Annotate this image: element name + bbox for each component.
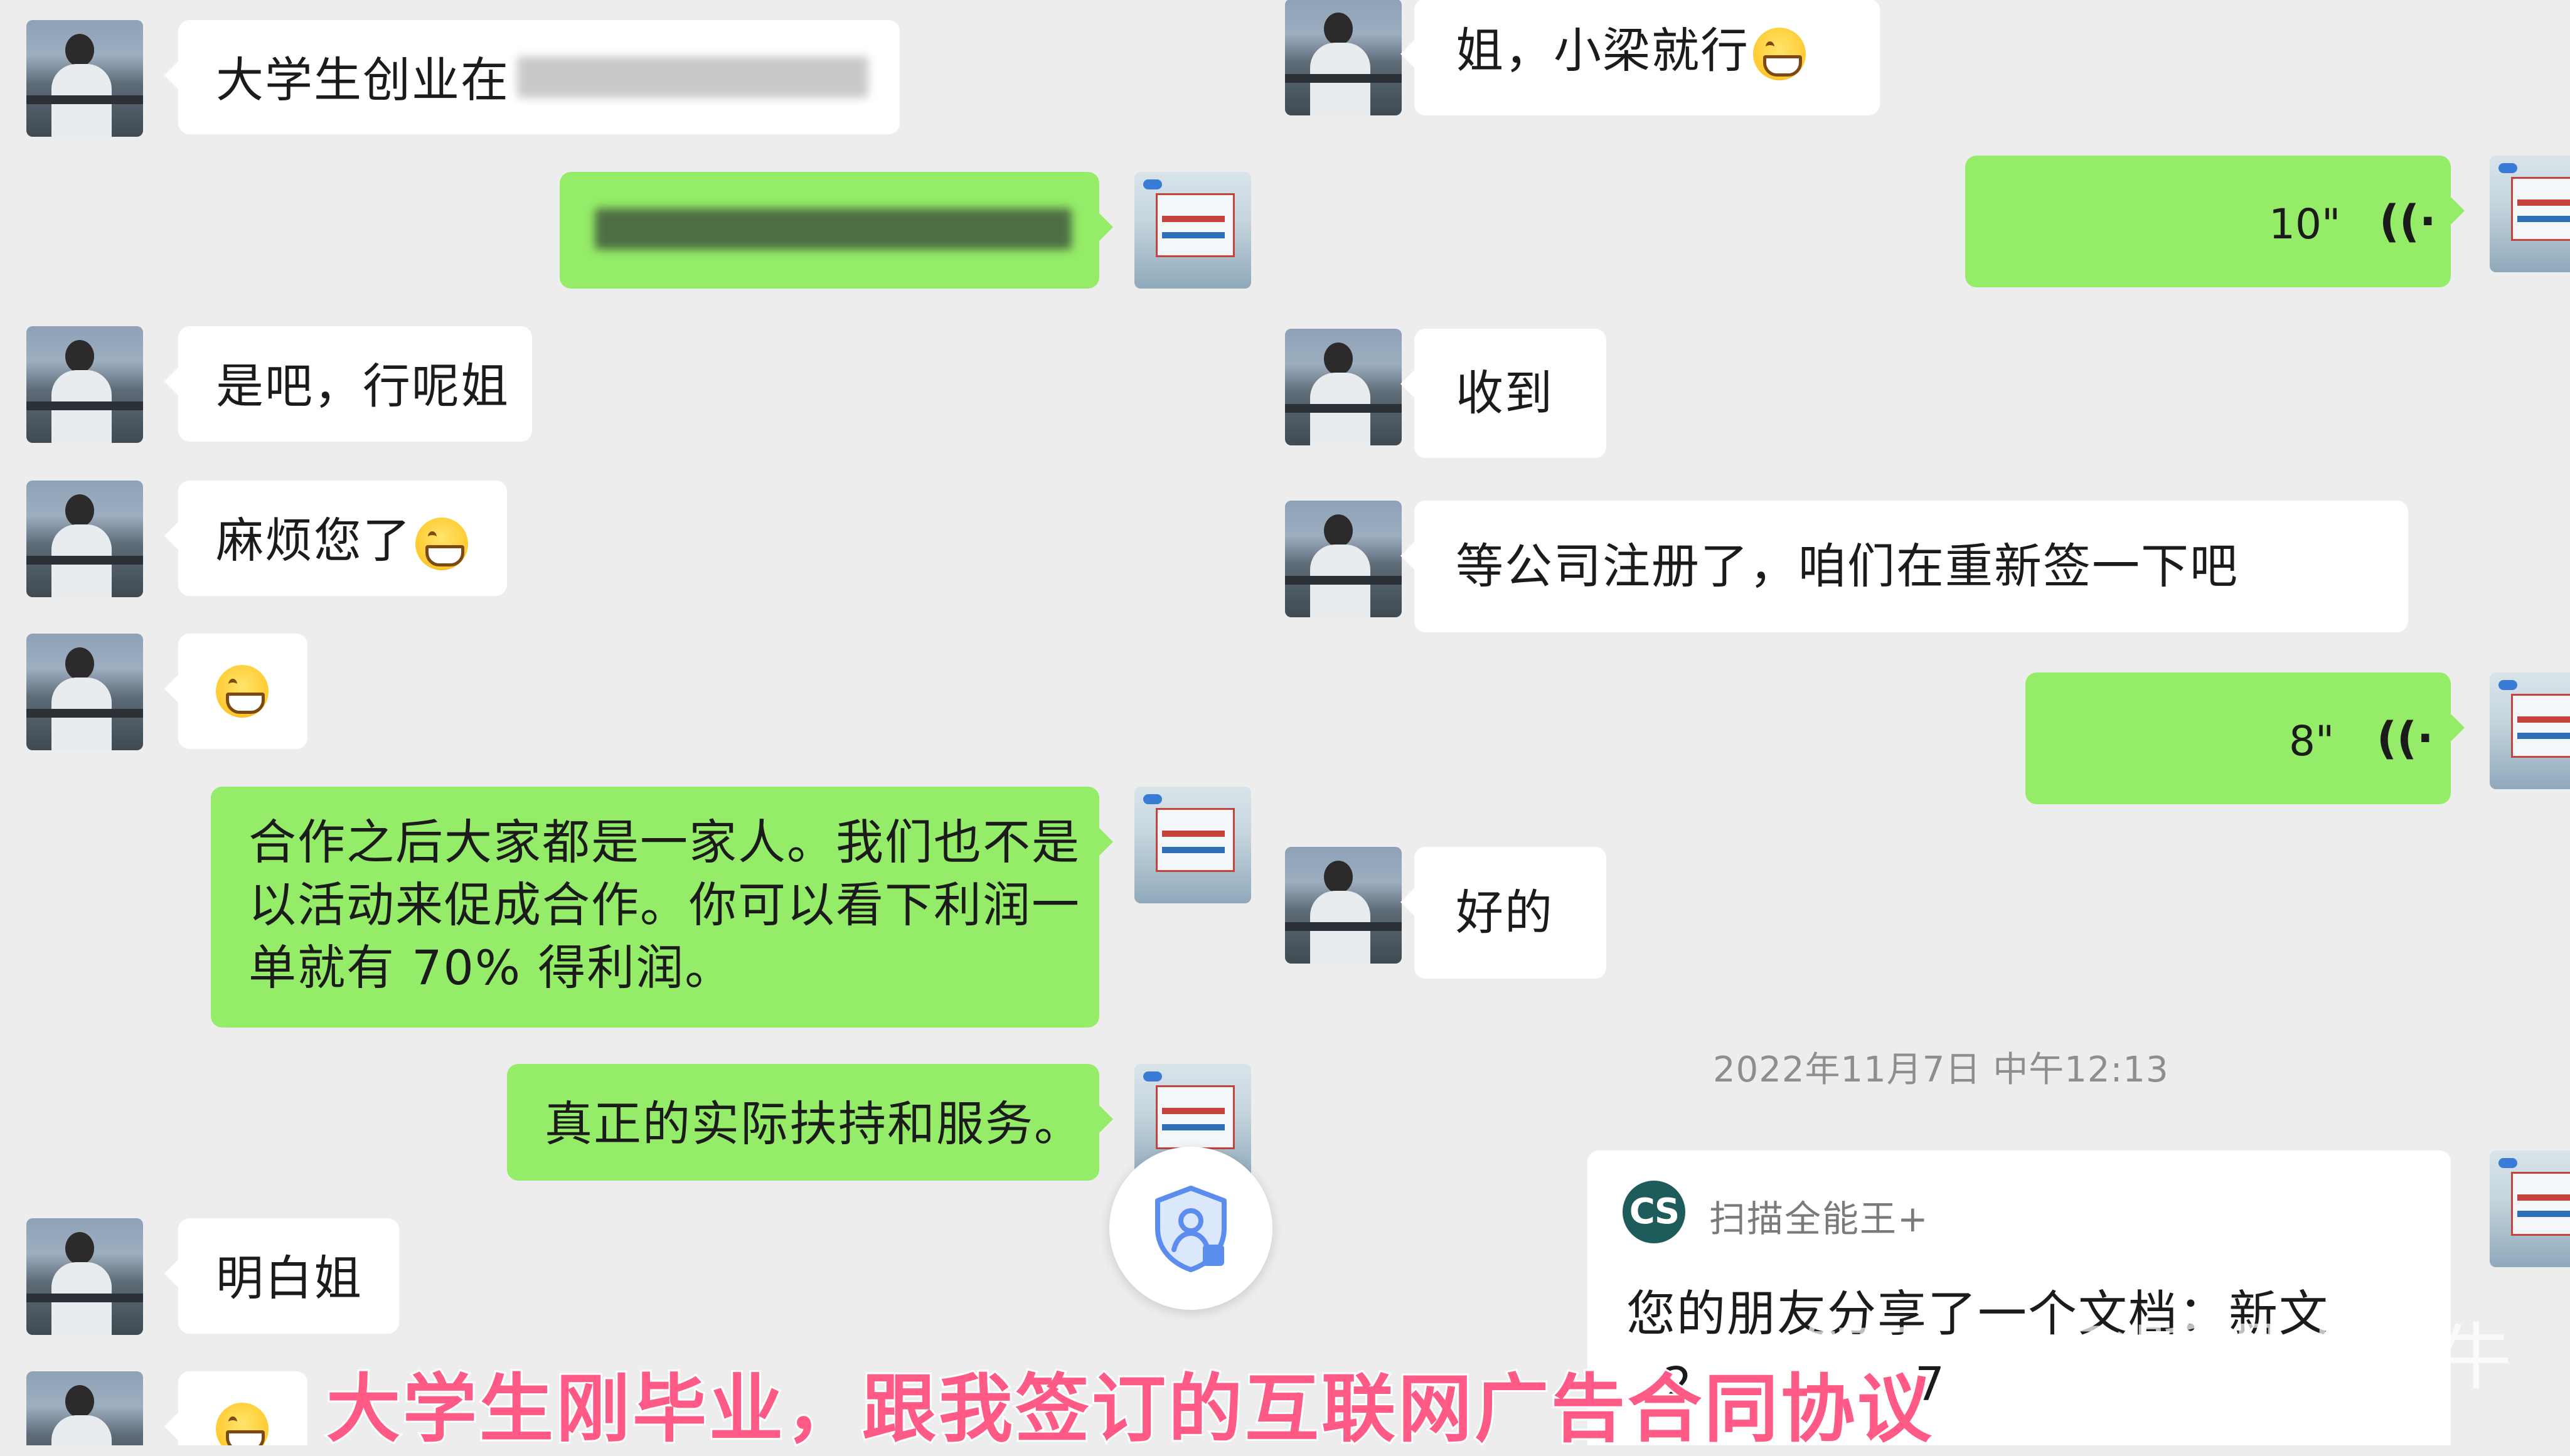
grin-emoji-icon	[216, 665, 269, 718]
message-line: 合作之后大家都是一家人。我们也不是	[248, 814, 1080, 870]
voice-message[interactable]: 8" ((·	[2025, 672, 2465, 804]
my-avatar[interactable]	[1134, 787, 1251, 903]
message-text: 好的	[1456, 885, 1554, 940]
message-text: 收到	[1456, 365, 1554, 421]
message-text: 麻烦您了	[216, 507, 468, 574]
message-line: 单就有 70% 得利润。	[248, 940, 734, 996]
incoming-message[interactable]: 等公司注册了，咱们在重新签一下吧	[1400, 501, 2408, 632]
voice-message[interactable]: 10" ((·	[1965, 156, 2465, 287]
message-text-content: 姐，小梁就行	[1456, 23, 1749, 78]
message-text: 明白姐	[216, 1250, 363, 1306]
contact-avatar[interactable]	[26, 481, 143, 597]
my-avatar[interactable]	[1134, 172, 1251, 289]
message-text: 姐，小梁就行	[1456, 18, 1806, 84]
contact-avatar[interactable]	[26, 1371, 143, 1445]
incoming-message[interactable]: 麻烦您了	[164, 481, 507, 596]
contact-avatar[interactable]	[1285, 0, 1402, 115]
incoming-message[interactable]: 明白姐	[164, 1218, 399, 1334]
right-chat-pane: 姐，小梁就行 10" ((· 收到 等公司注册了，咱们在重新签一下吧 8" ((…	[1285, 0, 2570, 1445]
outgoing-message[interactable]	[560, 172, 1113, 289]
source-app-name: 扫描全能王+	[1709, 1198, 1929, 1240]
contact-avatar[interactable]	[26, 634, 143, 750]
camscanner-logo-icon: CS	[1623, 1181, 1685, 1243]
incoming-message[interactable]: 是吧，行呢姐	[164, 326, 532, 442]
incoming-message[interactable]: 好的	[1400, 847, 1606, 979]
outgoing-message[interactable]: 真正的实际扶持和服务。	[507, 1064, 1113, 1181]
incoming-message[interactable]: 收到	[1400, 329, 1606, 458]
message-line: 以活动来促成合作。你可以看下利润一	[248, 877, 1080, 933]
video-caption: 大学生刚毕业，跟我签订的互联网广告合同协议	[324, 1364, 1934, 1454]
my-avatar[interactable]	[2490, 672, 2570, 789]
message-text: 真正的实际扶持和服务。	[545, 1096, 1083, 1152]
contact-avatar[interactable]	[26, 20, 143, 137]
message-text: 大学生创业在	[216, 52, 509, 108]
voice-duration: 10"	[2269, 200, 2341, 248]
outgoing-message[interactable]: 合作之后大家都是一家人。我们也不是 以活动来促成合作。你可以看下利润一 单就有 …	[211, 787, 1113, 1028]
voice-wave-icon: ((·	[2377, 713, 2434, 764]
message-text-content: 麻烦您了	[216, 513, 412, 568]
grin-emoji-icon	[415, 518, 468, 570]
message-text: 等公司注册了，咱们在重新签一下吧	[1456, 538, 2239, 594]
contact-avatar[interactable]	[1285, 847, 1402, 964]
incoming-message[interactable]: 大学生创业在	[164, 20, 900, 134]
contact-avatar[interactable]	[1285, 329, 1402, 445]
voice-wave-icon: ((·	[2379, 196, 2436, 247]
message-text: 是吧，行呢姐	[216, 358, 509, 414]
grin-emoji-icon	[216, 1403, 269, 1445]
grin-emoji-icon	[1753, 28, 1806, 80]
chat-timestamp: 2022年11月7日 中午12:13	[1713, 1049, 2169, 1090]
redacted-text	[595, 208, 1072, 250]
left-chat-pane: 大学生创业在 是吧，行呢姐 麻烦您了 合作之后大家都是一家人。我们也不是 以活动…	[0, 0, 1285, 1445]
shield-user-icon	[1155, 1186, 1227, 1272]
incoming-message[interactable]: 姐，小梁就行	[1400, 0, 1880, 115]
security-shield-button[interactable]	[1109, 1147, 1272, 1310]
contact-avatar[interactable]	[1285, 501, 1402, 617]
redacted-text	[517, 56, 868, 98]
contact-avatar[interactable]	[26, 326, 143, 443]
my-avatar[interactable]	[2490, 1150, 2570, 1267]
contact-avatar[interactable]	[26, 1218, 143, 1335]
incoming-message[interactable]	[164, 634, 307, 749]
my-avatar[interactable]	[2490, 156, 2570, 272]
incoming-message[interactable]	[164, 1371, 307, 1445]
voice-duration: 8"	[2289, 717, 2335, 765]
